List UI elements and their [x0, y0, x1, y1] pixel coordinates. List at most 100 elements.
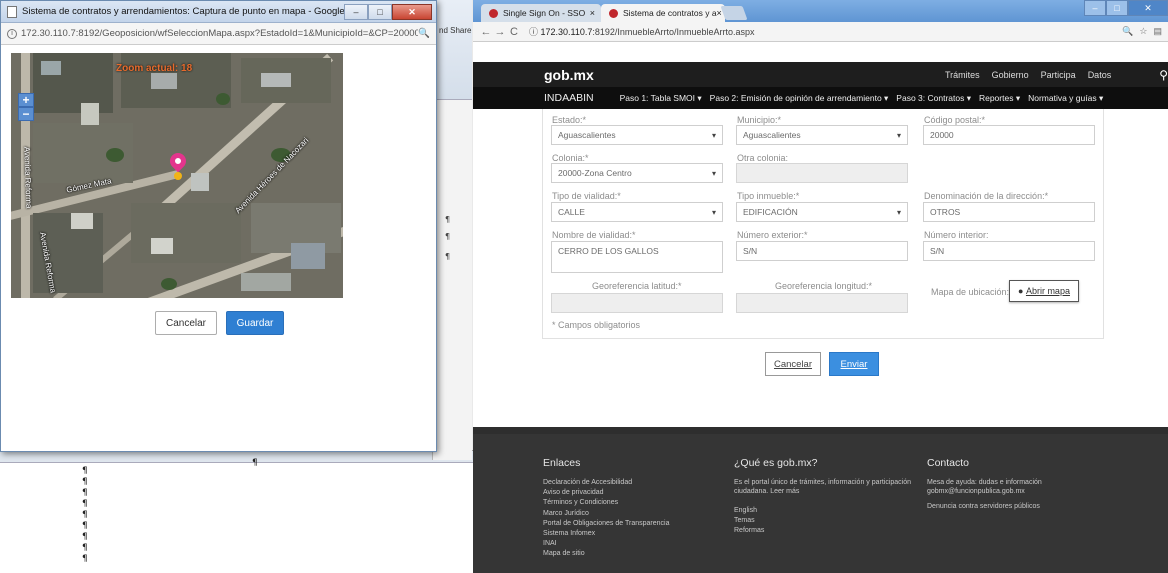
nombre-vialidad-label: Nombre de vialidad:* [552, 230, 636, 240]
map-roof [261, 73, 291, 87]
new-tab-button[interactable] [720, 6, 748, 20]
address-field[interactable]: ⓘ 172.30.110.7:8192/InmuebleArrto/Inmueb… [529, 25, 1116, 38]
tipo-vialidad-select[interactable]: CALLE ▾ [551, 202, 723, 222]
minimize-button[interactable]: – [1084, 0, 1106, 16]
cancel-button[interactable]: Cancelar [765, 352, 821, 376]
popup-address-bar[interactable]: i 172.30.110.7:8192/Geoposicion/wfSelecc… [1, 23, 436, 45]
footer-link[interactable]: Portal de Obligaciones de Transparencia [543, 519, 669, 529]
tab-title: Sistema de contratos y a [623, 8, 717, 18]
menu-tramites[interactable]: Trámites [945, 70, 980, 80]
footer-link[interactable]: Declaración de Accesibilidad [543, 478, 669, 488]
close-button[interactable]: ✕ [392, 3, 432, 20]
tipo-vialidad-value: CALLE [558, 207, 585, 217]
satellite-map[interactable]: Avenida Reforma Gómez Mata Avenida Héroe… [11, 53, 343, 298]
chevron-down-icon: ▾ [896, 130, 901, 140]
bookmark-star-icon[interactable]: ☆ [1139, 26, 1147, 37]
close-button[interactable]: ✕ [1128, 0, 1168, 16]
footer-link[interactable]: Sistema Infomex [543, 529, 669, 539]
tab-sistema-contratos[interactable]: Sistema de contratos y a × [601, 4, 725, 22]
footer-link[interactable]: Marco Jurídico [543, 509, 669, 519]
footer-link[interactable]: Términos y Condiciones [543, 498, 669, 508]
search-icon[interactable]: ⚲ [1159, 68, 1168, 82]
map-popup-window: Sistema de contratos y arrendamientos: C… [0, 0, 437, 452]
nombre-vialidad-textarea[interactable]: CERRO DE LOS GALLOS [551, 241, 723, 273]
footer-link[interactable]: English [734, 506, 914, 516]
popup-url[interactable]: 172.30.110.7:8192/Geoposicion/wfSeleccio… [21, 28, 418, 39]
mapa-ubicacion-label: Mapa de ubicación: [931, 287, 1010, 297]
send-button[interactable]: Enviar [829, 352, 879, 376]
tab-close-icon[interactable]: × [590, 8, 595, 18]
denominacion-value: OTROS [930, 207, 961, 217]
indaabin-nav: INDAABIN Paso 1: Tabla SMOI ▾ Paso 2: Em… [473, 87, 1168, 109]
paragraph-mark: ¶ [82, 477, 88, 487]
popup-save-button[interactable]: Guardar [226, 311, 284, 335]
map-roof [151, 73, 177, 89]
nav-normativa[interactable]: Normativa y guías ▾ [1028, 93, 1103, 104]
footer-link[interactable]: Reformas [734, 526, 914, 536]
reload-icon[interactable]: C [507, 26, 521, 38]
menu-participa[interactable]: Participa [1041, 70, 1076, 80]
estado-label: Estado:* [552, 115, 587, 125]
popup-titlebar[interactable]: Sistema de contratos y arrendamientos: C… [1, 1, 436, 23]
footer-link[interactable]: Mapa de sitio [543, 549, 669, 559]
info-icon[interactable]: i [7, 28, 17, 39]
minimize-button[interactable]: – [344, 3, 368, 20]
footer-link[interactable]: Temas [734, 516, 914, 526]
estado-value: Aguascalientes [558, 130, 616, 140]
tab-sso[interactable]: Single Sign On - SSO × [481, 4, 601, 22]
menu-gobierno[interactable]: Gobierno [992, 70, 1029, 80]
popup-cancel-button[interactable]: Cancelar [155, 311, 217, 335]
estado-select[interactable]: Aguascalientes ▾ [551, 125, 723, 145]
footer-contacto-text: Mesa de ayuda: dudas e información gobmx… [927, 479, 1042, 495]
footer-link[interactable]: Denuncia contra servidores públicos [927, 502, 1062, 512]
favicon-icon [489, 8, 498, 18]
zoom-lens-icon[interactable]: 🔍 [418, 28, 430, 39]
abrir-mapa-button[interactable]: ● Abrir mapa [1009, 280, 1079, 302]
paragraph-mark: ¶ [445, 215, 451, 224]
map-roof [151, 238, 173, 254]
zoom-out-button[interactable]: − [18, 107, 34, 121]
map-street-label: Avenida Reforma [22, 146, 34, 209]
map-pin-icon[interactable] [166, 149, 190, 173]
paragraph-mark: ¶ [82, 499, 88, 509]
latitud-input[interactable] [551, 293, 723, 313]
menu-datos[interactable]: Datos [1088, 70, 1112, 80]
municipio-value: Aguascalientes [743, 130, 801, 140]
forward-arrow-icon[interactable]: → [493, 26, 507, 38]
gob-logo[interactable]: gob.mx [544, 67, 945, 83]
tipo-inmueble-select[interactable]: EDIFICACIÓN ▾ [736, 202, 908, 222]
footer-contacto-title: Contacto [927, 457, 970, 469]
otra-colonia-input[interactable] [736, 163, 908, 183]
longitud-input[interactable] [736, 293, 908, 313]
paragraph-mark: ¶ [82, 521, 88, 531]
back-arrow-icon[interactable]: ← [479, 26, 493, 38]
map-roof [41, 61, 61, 75]
tipo-inmueble-value: EDIFICACIÓN [743, 207, 798, 217]
omnibox: ← → C ⓘ 172.30.110.7:8192/InmuebleArrto/… [473, 22, 1168, 42]
longitud-label: Georeferencia longitud:* [775, 281, 873, 291]
nombre-vialidad-value: CERRO DE LOS GALLOS [558, 246, 659, 256]
numero-exterior-input[interactable]: S/N [736, 241, 908, 261]
nav-reportes[interactable]: Reportes ▾ [979, 93, 1020, 104]
zoom-in-button[interactable]: + [18, 93, 34, 107]
footer-link[interactable]: INAI [543, 539, 669, 549]
paragraph-mark: ¶ [445, 252, 451, 261]
municipio-select[interactable]: Aguascalientes ▾ [736, 125, 908, 145]
footer-link[interactable]: Aviso de privacidad [543, 488, 669, 498]
numero-exterior-label: Número exterior:* [737, 230, 808, 240]
nav-paso2[interactable]: Paso 2: Emisión de opinión de arrendamie… [710, 93, 889, 104]
maximize-button[interactable]: □ [368, 3, 392, 20]
map-roof [81, 103, 99, 125]
colonia-select[interactable]: 20000-Zona Centro ▾ [551, 163, 723, 183]
nav-paso1[interactable]: Paso 1: Tabla SMOI ▾ [620, 93, 702, 104]
indaabin-brand[interactable]: INDAABIN [544, 92, 594, 104]
background-document: ¶ ¶ ¶ ¶ ¶ ¶ ¶ ¶ ¶ ¶ [0, 450, 480, 573]
maximize-button[interactable]: □ [1106, 0, 1128, 16]
denominacion-input[interactable]: OTROS [923, 202, 1095, 222]
codigo-postal-input[interactable]: 20000 [923, 125, 1095, 145]
chevron-down-icon: ▾ [896, 207, 901, 217]
zoom-icon[interactable]: 🔍 [1122, 26, 1133, 37]
menu-icon[interactable]: ▤ [1153, 26, 1162, 37]
numero-interior-input[interactable]: S/N [923, 241, 1095, 261]
nav-paso3[interactable]: Paso 3: Contratos ▾ [896, 93, 971, 104]
